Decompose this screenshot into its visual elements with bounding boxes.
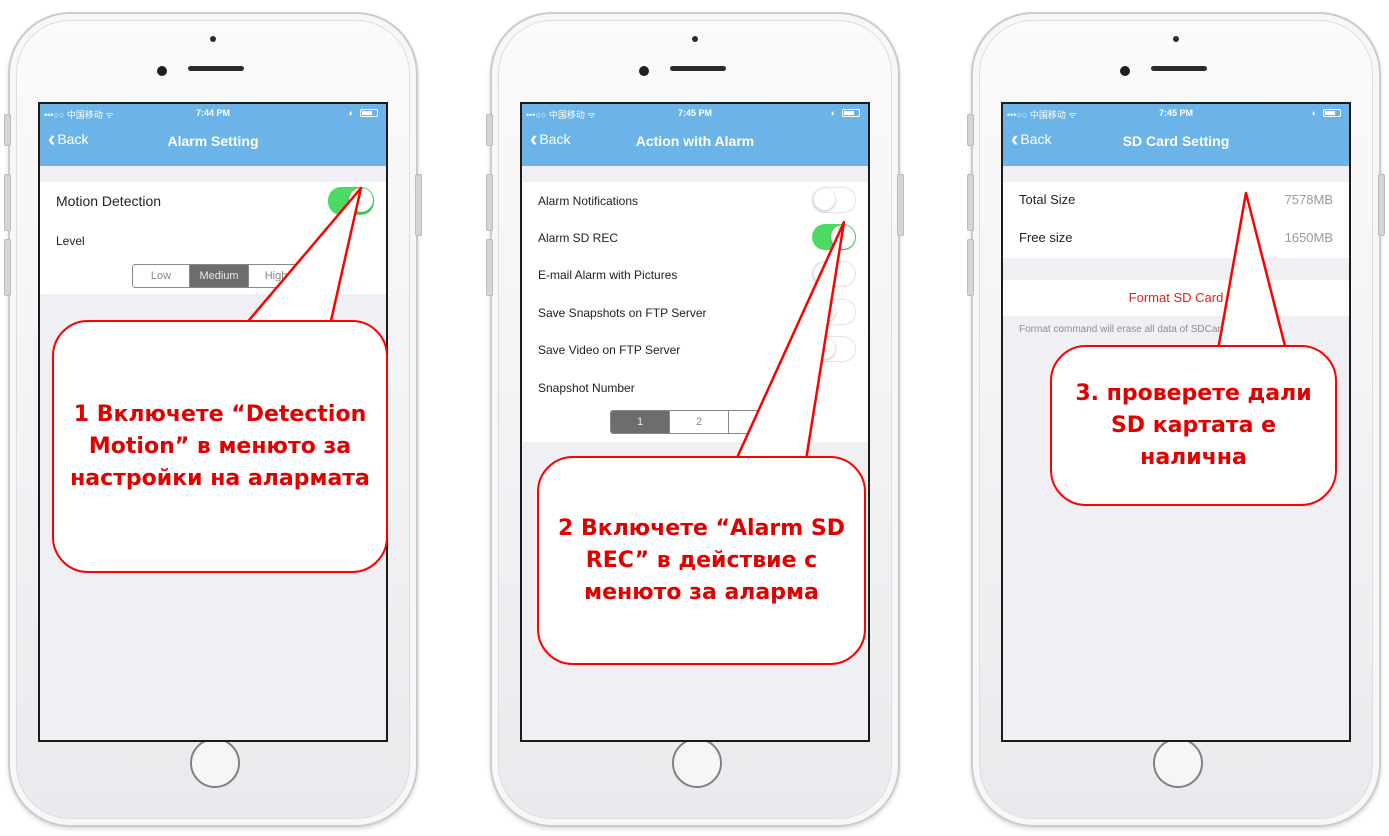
- home-button[interactable]: [190, 738, 240, 788]
- rotation-lock-icon: ◐: [830, 108, 836, 118]
- level-segmented-control: Low Medium High: [132, 264, 304, 288]
- page-title: SD Card Setting: [1122, 133, 1230, 149]
- battery-icon: [360, 109, 378, 117]
- option-label-ftp-video: Save Video on FTP Server: [538, 343, 681, 357]
- snapshot-segmented-control: 1 2 3: [610, 410, 788, 434]
- format-sd-card-button[interactable]: Format SD Card: [1003, 280, 1349, 316]
- volume-up-button: [4, 174, 11, 231]
- navigation-bar: •••○○ 中国移动 ᯤ 7:45 PM ◐ ‹ Back SD Card Se…: [1003, 104, 1349, 166]
- power-button: [415, 174, 422, 236]
- alarm-actions-card: Alarm Notifications Alarm SD REC E-mail …: [522, 182, 868, 442]
- motion-detection-toggle[interactable]: [328, 187, 374, 215]
- front-camera: [639, 66, 649, 76]
- volume-up-button: [967, 174, 974, 231]
- callout-1: 1 Включете “Detection Motion” в менюто з…: [52, 320, 388, 573]
- earpiece-speaker: [188, 66, 244, 71]
- rotation-lock-icon: ◐: [348, 108, 354, 118]
- volume-down-button: [486, 239, 493, 296]
- level-option-medium[interactable]: Medium: [190, 265, 249, 287]
- format-sd-card-label: Format SD Card: [1128, 290, 1224, 305]
- volume-down-button: [967, 239, 974, 296]
- mute-switch: [967, 114, 974, 146]
- level-option-high[interactable]: High: [249, 265, 303, 287]
- level-label: Level: [56, 234, 85, 248]
- option-label-ftp-snapshots: Save Snapshots on FTP Server: [538, 306, 707, 320]
- alarm-sd-rec-toggle[interactable]: [812, 224, 856, 250]
- free-size-label: Free size: [1019, 230, 1073, 245]
- sd-card-info-card: Total Size 7578MB Free size 1650MB: [1003, 182, 1349, 258]
- free-size-value: 1650MB: [1284, 230, 1333, 245]
- power-button: [897, 174, 904, 236]
- sensor: [1173, 36, 1179, 42]
- status-bar: •••○○ 中国移动 ᯤ 7:45 PM ◐: [1003, 108, 1349, 122]
- status-time: 7:45 PM: [1158, 108, 1193, 118]
- earpiece-speaker: [1151, 66, 1207, 71]
- option-label-alarm-notifications: Alarm Notifications: [538, 194, 639, 208]
- option-label-alarm-sd-rec: Alarm SD REC: [538, 231, 619, 245]
- status-bar: •••○○ 中国移动 ᯤ 7:45 PM ◐: [522, 108, 868, 122]
- volume-down-button: [4, 239, 11, 296]
- earpiece-speaker: [670, 66, 726, 71]
- front-camera: [1120, 66, 1130, 76]
- level-option-low[interactable]: Low: [133, 265, 190, 287]
- snapshot-number-label: Snapshot Number: [538, 381, 635, 395]
- mute-switch: [486, 114, 493, 146]
- snapshot-option-1[interactable]: 1: [611, 411, 670, 433]
- status-time: 7:45 PM: [677, 108, 712, 118]
- email-alarm-toggle[interactable]: [812, 261, 856, 287]
- battery-icon: [842, 109, 860, 117]
- power-button: [1378, 174, 1385, 236]
- home-button[interactable]: [1153, 738, 1203, 788]
- page-title: Action with Alarm: [635, 133, 755, 149]
- status-time: 7:44 PM: [195, 108, 230, 118]
- status-bar: •••○○ 中国移动 ᯤ 7:44 PM ◐: [40, 108, 386, 122]
- volume-up-button: [486, 174, 493, 231]
- battery-icon: [1323, 109, 1341, 117]
- callout-3: 3. проверете дали SD картата е налична: [1050, 345, 1337, 506]
- snapshot-option-3[interactable]: 3: [729, 411, 787, 433]
- front-camera: [157, 66, 167, 76]
- sensor: [692, 36, 698, 42]
- mute-switch: [4, 114, 11, 146]
- snapshot-option-2[interactable]: 2: [670, 411, 729, 433]
- navigation-bar: •••○○ 中国移动 ᯤ 7:45 PM ◐ ‹ Back Action wit…: [522, 104, 868, 166]
- motion-settings-card: Motion Detection Level Low Medium High: [40, 182, 386, 294]
- alarm-notifications-toggle[interactable]: [812, 187, 856, 213]
- format-note: Format command will erase all data of SD…: [1019, 324, 1227, 335]
- total-size-value: 7578MB: [1284, 192, 1333, 207]
- motion-detection-label: Motion Detection: [56, 193, 162, 209]
- total-size-label: Total Size: [1019, 192, 1076, 207]
- navigation-bar: •••○○ 中国移动 ᯤ 7:44 PM ◐ ‹ Back Alarm Sett…: [40, 104, 386, 166]
- option-label-email-alarm: E-mail Alarm with Pictures: [538, 268, 678, 282]
- rotation-lock-icon: ◐: [1311, 108, 1317, 118]
- page-title: Alarm Setting: [167, 133, 259, 149]
- ftp-snapshots-toggle[interactable]: [812, 299, 856, 325]
- callout-2: 2 Включете “Alarm SD REC” в действие с м…: [537, 456, 866, 665]
- phone-frame-2: •••○○ 中国移动 ᯤ 7:45 PM ◐ ‹ Back Action wit…: [486, 12, 904, 827]
- sensor: [210, 36, 216, 42]
- home-button[interactable]: [672, 738, 722, 788]
- ftp-video-toggle[interactable]: [812, 336, 856, 362]
